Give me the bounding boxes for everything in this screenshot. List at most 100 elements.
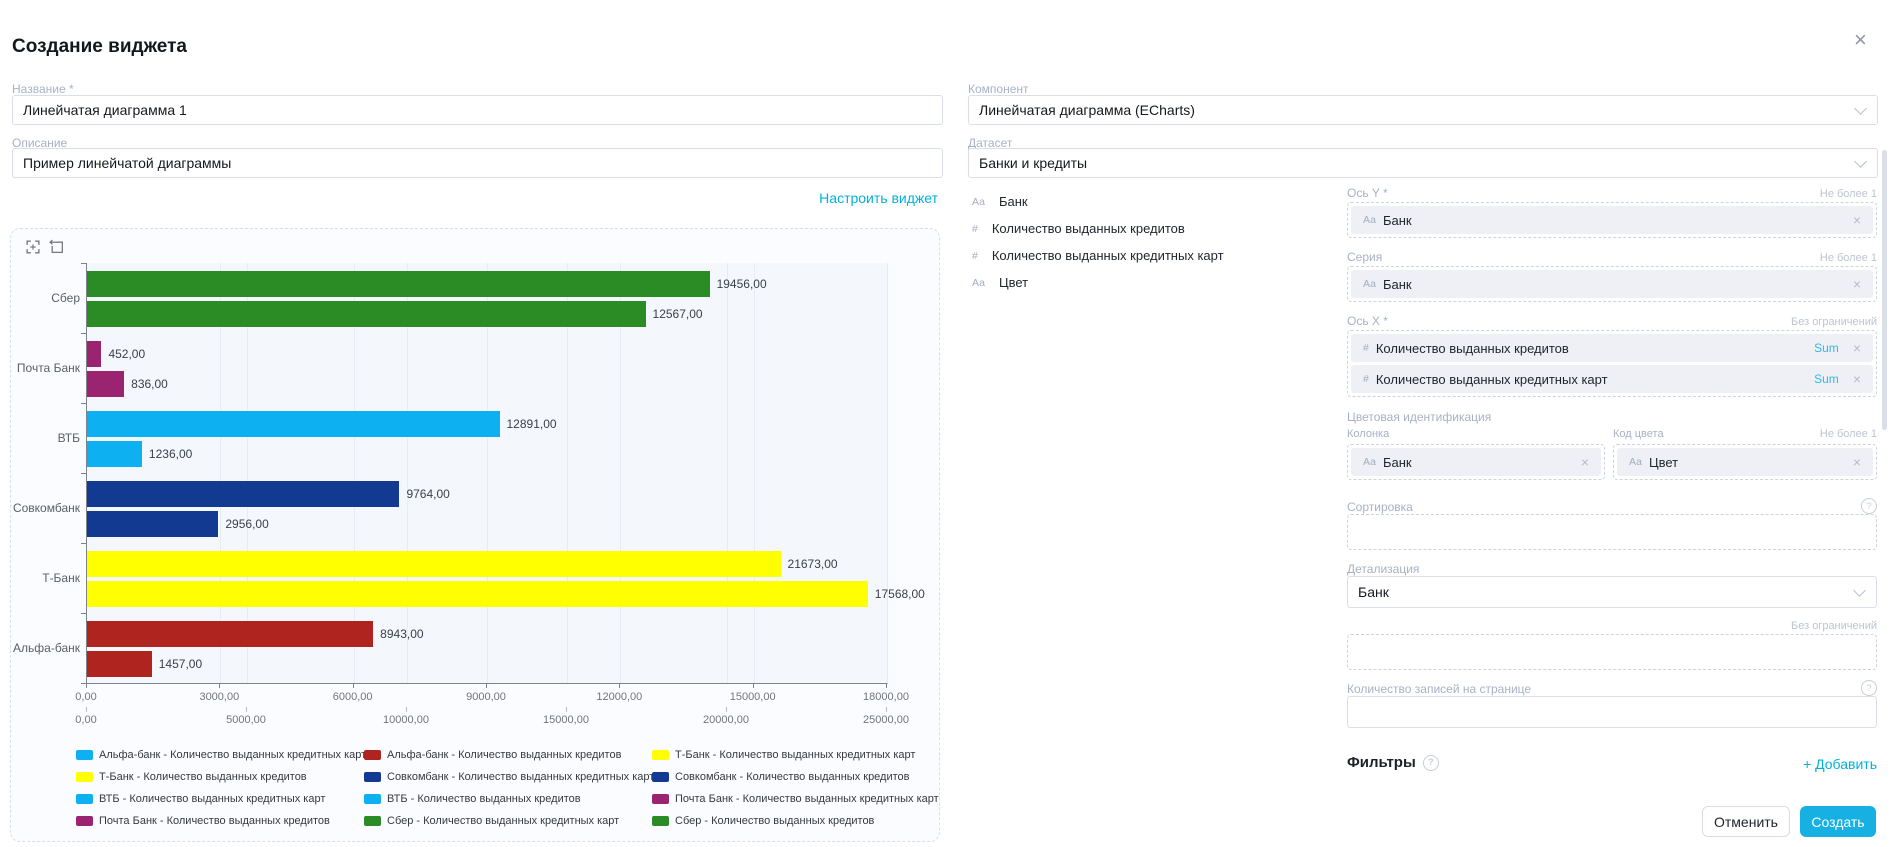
field-chip[interactable]: АаЦвет×: [1617, 448, 1873, 476]
detailing-select[interactable]: Банк: [1347, 576, 1877, 608]
legend-item[interactable]: Альфа-банк - Количество выданных кредито…: [364, 749, 621, 761]
legend-swatch: [652, 772, 669, 782]
field-chip[interactable]: АаБанк×: [1351, 206, 1873, 234]
description-input[interactable]: [12, 148, 943, 178]
axis-y-label: Ось Y *: [1347, 186, 1388, 200]
field-chip[interactable]: АаБанк×: [1351, 270, 1873, 298]
component-select[interactable]: Линейчатая диаграмма (ECharts): [968, 95, 1878, 125]
remove-chip-icon[interactable]: ×: [1853, 454, 1861, 470]
bar-value-label: 1236,00: [149, 441, 192, 467]
color-code-dropzone[interactable]: АаЦвет×: [1613, 444, 1877, 480]
axis-tick-label: 3000,00: [199, 691, 239, 703]
remove-chip-icon[interactable]: ×: [1853, 276, 1861, 292]
help-icon[interactable]: ?: [1861, 680, 1877, 696]
create-button[interactable]: Создать: [1800, 806, 1876, 837]
help-icon[interactable]: ?: [1861, 498, 1877, 514]
color-identification-label: Цветовая идентификация: [1347, 410, 1491, 424]
legend-item[interactable]: Совкомбанк - Количество выданных кредитн…: [364, 771, 654, 783]
field-chip[interactable]: #Количество выданных кредитных картSum×: [1351, 365, 1873, 393]
dataset-field[interactable]: #Количество выданных кредитных карт: [972, 242, 1224, 269]
gridline: [887, 263, 888, 683]
dataset-field[interactable]: Аа Банк: [972, 188, 1224, 215]
legend-item[interactable]: Т-Банк - Количество выданных кредитов: [76, 771, 307, 783]
bar-cards: [87, 441, 142, 467]
field-chip[interactable]: АаБанк×: [1351, 448, 1601, 476]
axis-x-dropzone[interactable]: #Количество выданных кредитовSum×#Количе…: [1347, 330, 1877, 397]
axis-tick: [619, 683, 620, 688]
axis-y-dropzone[interactable]: АаБанк×: [1347, 202, 1877, 238]
toolbox-restore-icon[interactable]: [49, 239, 65, 255]
axis-tick-label: 12000,00: [596, 691, 642, 703]
bar-credits: [87, 271, 710, 297]
color-column-dropzone[interactable]: АаБанк×: [1347, 444, 1605, 480]
axis-tick: [353, 683, 354, 688]
aggregation-badge[interactable]: Sum: [1814, 372, 1839, 386]
axis-tick: [81, 403, 86, 404]
field-chip[interactable]: #Количество выданных кредитовSum×: [1351, 334, 1873, 362]
legend-item[interactable]: Сбер - Количество выданных кредитных кар…: [364, 815, 619, 827]
axis-tick: [81, 473, 86, 474]
axis-tick: [219, 683, 220, 688]
dataset-value: Банки и кредиты: [979, 155, 1087, 171]
series-label: Серия: [1347, 250, 1382, 264]
field-chip-label: Банк: [1383, 213, 1412, 228]
cancel-button[interactable]: Отменить: [1702, 806, 1790, 837]
page-size-input[interactable]: [1347, 696, 1877, 728]
axis-tick-label: 15000,00: [543, 714, 589, 726]
dataset-field-label: Банк: [999, 194, 1028, 209]
remove-chip-icon[interactable]: ×: [1853, 371, 1861, 387]
legend-item[interactable]: Почта Банк - Количество выданных кредитн…: [652, 793, 939, 805]
bar-value-label: 9764,00: [406, 481, 449, 507]
configure-widget-link[interactable]: Настроить виджет: [819, 190, 938, 206]
add-filter-link[interactable]: + Добавить: [1803, 756, 1877, 772]
dataset-field-label: Цвет: [999, 275, 1028, 290]
remove-chip-icon[interactable]: ×: [1581, 454, 1589, 470]
bar-credits: [87, 411, 500, 437]
legend-label: ВТБ - Количество выданных кредитных карт: [99, 793, 325, 805]
field-type-icon: #: [972, 223, 978, 235]
legend-label: Т-Банк - Количество выданных кредитных к…: [675, 749, 915, 761]
bar-credits: [87, 621, 373, 647]
help-icon[interactable]: ?: [1423, 755, 1439, 771]
legend-swatch: [364, 772, 381, 782]
dataset-field[interactable]: АаЦвет: [972, 269, 1224, 296]
legend-item[interactable]: Альфа-банк - Количество выданных кредитн…: [76, 749, 366, 761]
axis-tick: [86, 683, 87, 688]
remove-chip-icon[interactable]: ×: [1853, 340, 1861, 356]
legend-item[interactable]: Сбер - Количество выданных кредитов: [652, 815, 874, 827]
axis-tick: [486, 683, 487, 688]
color-code-label: Код цвета: [1613, 428, 1664, 440]
legend-label: Сбер - Количество выданных кредитов: [675, 815, 874, 827]
legend-label: Совкомбанк - Количество выданных кредитн…: [387, 771, 654, 783]
legend-swatch: [364, 794, 381, 804]
dataset-field[interactable]: #Количество выданных кредитов: [972, 215, 1224, 242]
remove-chip-icon[interactable]: ×: [1853, 212, 1861, 228]
series-dropzone[interactable]: АаБанк×: [1347, 266, 1877, 302]
legend-item[interactable]: ВТБ - Количество выданных кредитов: [364, 793, 581, 805]
aggregation-badge[interactable]: Sum: [1814, 341, 1839, 355]
bar-cards: [87, 581, 868, 607]
close-icon[interactable]: ×: [1854, 30, 1867, 50]
detailing-fields-dropzone[interactable]: [1347, 634, 1877, 670]
detailing-value: Банк: [1358, 584, 1389, 600]
bar-value-label: 21673,00: [788, 551, 838, 577]
legend-item[interactable]: ВТБ - Количество выданных кредитных карт: [76, 793, 325, 805]
bar-credits: [87, 341, 101, 367]
name-input[interactable]: [12, 95, 943, 125]
bar-cards: [87, 371, 124, 397]
axis-tick: [886, 683, 887, 688]
axis-tick: [753, 683, 754, 688]
dataset-select[interactable]: Банки и кредиты: [968, 148, 1878, 178]
legend-item[interactable]: Т-Банк - Количество выданных кредитных к…: [652, 749, 915, 761]
bar-cards: [87, 511, 218, 537]
component-value: Линейчатая диаграмма (ECharts): [979, 102, 1195, 118]
chevron-down-icon: [1854, 102, 1867, 115]
toolbox-zoom-icon[interactable]: [25, 239, 41, 255]
sorting-dropzone[interactable]: [1347, 514, 1877, 550]
scrollbar-thumb[interactable]: [1882, 150, 1887, 430]
legend-swatch: [652, 794, 669, 804]
legend-item[interactable]: Почта Банк - Количество выданных кредито…: [76, 815, 330, 827]
axis-tick-label: 5000,00: [226, 714, 266, 726]
legend-item[interactable]: Совкомбанк - Количество выданных кредито…: [652, 771, 910, 783]
field-type-icon: Аа: [972, 196, 985, 208]
